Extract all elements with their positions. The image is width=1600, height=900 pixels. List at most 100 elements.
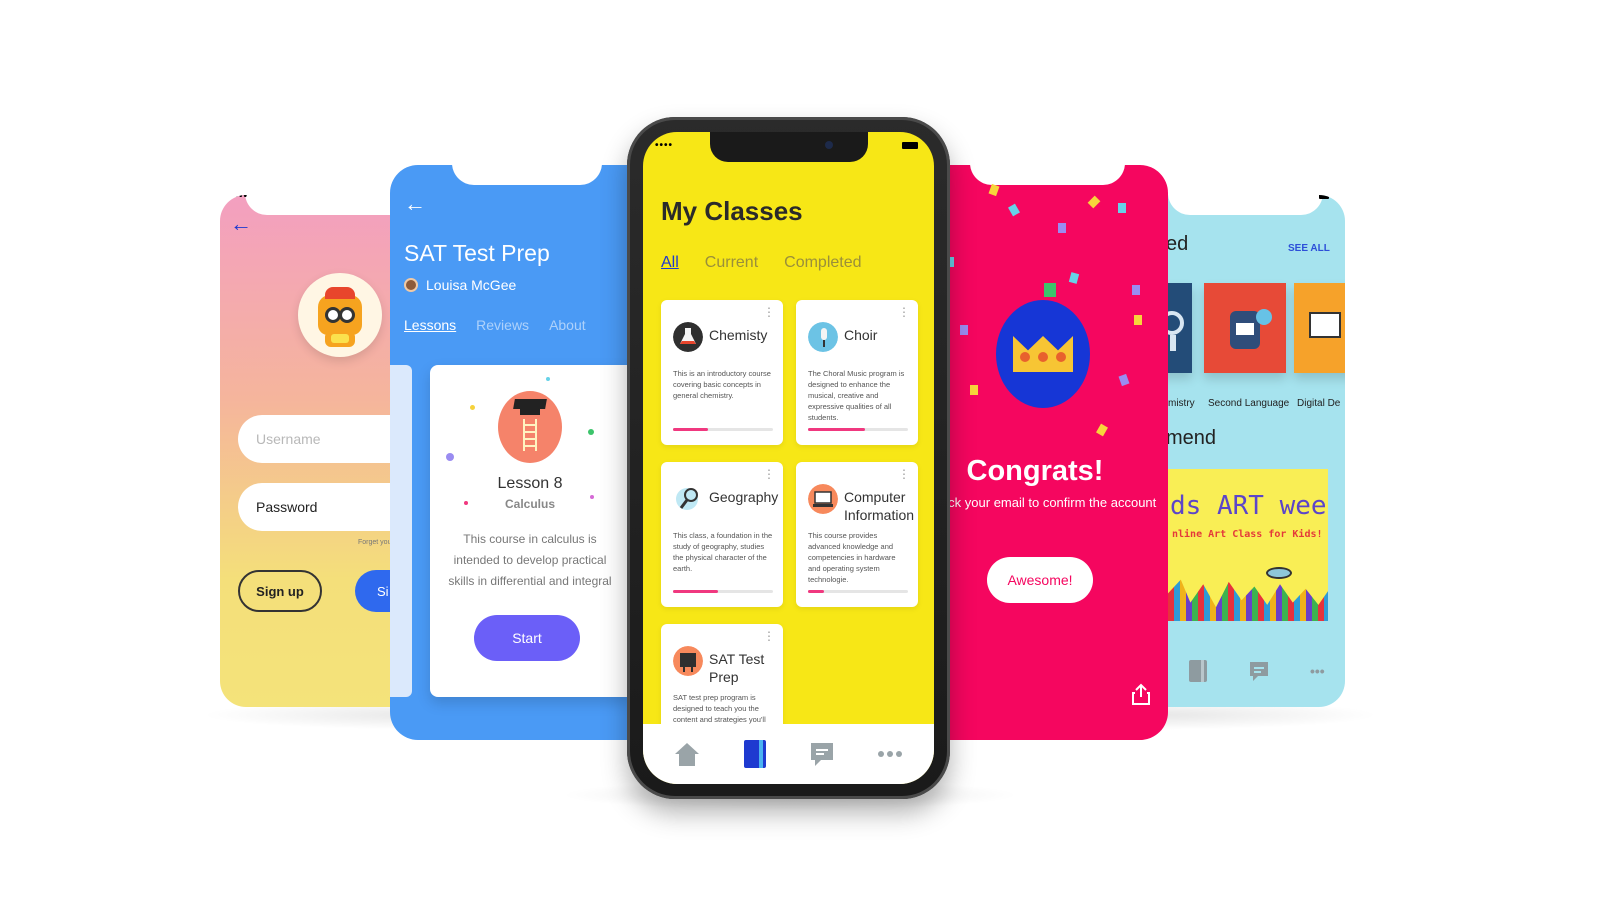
computer-icon bbox=[808, 484, 838, 514]
center-phone: •••• My Classes All Current Completed Ch… bbox=[627, 117, 950, 799]
confetti-piece bbox=[1118, 373, 1130, 387]
confetti-piece bbox=[1096, 423, 1108, 437]
status-signal: •••• bbox=[230, 195, 249, 202]
course-thumb-chemistry[interactable] bbox=[1168, 283, 1192, 373]
avatar bbox=[298, 273, 382, 357]
home-icon[interactable] bbox=[670, 737, 704, 771]
screen-notch bbox=[970, 165, 1125, 185]
class-name: Geography bbox=[709, 489, 779, 505]
bottom-nav: ••• bbox=[1188, 659, 1325, 683]
book-icon[interactable] bbox=[1188, 659, 1208, 683]
class-card-chemistry[interactable]: Chemisty ⋮ This is an introductory cours… bbox=[661, 300, 783, 445]
status-signal: •••• bbox=[655, 140, 674, 151]
robot-mascot-icon bbox=[318, 295, 362, 335]
progress-fill bbox=[808, 428, 865, 431]
sat-icon bbox=[673, 646, 703, 676]
progress-fill bbox=[673, 590, 718, 593]
class-description: This course provides advanced knowledge … bbox=[808, 531, 896, 584]
more-options-icon[interactable]: ⋮ bbox=[898, 468, 910, 480]
progress-bar bbox=[673, 428, 773, 431]
phone-notch bbox=[710, 132, 868, 162]
explore-screen: ed SEE ALL mistry Second Language Digita… bbox=[1168, 195, 1345, 707]
battery-icon bbox=[1319, 195, 1329, 199]
computer-icon bbox=[1309, 312, 1341, 338]
more-options-icon[interactable]: ⋮ bbox=[763, 468, 775, 480]
class-description: This class, a foundation in the study of… bbox=[673, 531, 773, 573]
banner-title: ds ART week bbox=[1170, 491, 1328, 521]
back-arrow-icon[interactable]: ← bbox=[230, 213, 252, 235]
screen-notch bbox=[452, 165, 602, 185]
tab-about[interactable]: About bbox=[549, 317, 586, 333]
confetti-dot bbox=[446, 453, 454, 461]
confetti-piece bbox=[1132, 285, 1140, 295]
author-avatar bbox=[404, 278, 418, 292]
more-icon[interactable] bbox=[873, 737, 907, 771]
confetti-piece bbox=[1058, 223, 1066, 233]
confirm-email-message: heck your email to confirm the account bbox=[940, 495, 1157, 510]
confetti-piece bbox=[1044, 283, 1056, 297]
progress-bar bbox=[808, 428, 908, 431]
course-thumb-second-language[interactable] bbox=[1204, 283, 1286, 373]
screen-notch bbox=[1168, 195, 1323, 215]
section-heading-featured: ed bbox=[1168, 233, 1189, 255]
class-card-choir[interactable]: Choir ⋮ The Choral Music program is desi… bbox=[796, 300, 918, 445]
signup-button[interactable]: Sign up bbox=[238, 570, 322, 612]
back-arrow-icon[interactable]: ← bbox=[404, 193, 426, 215]
section-heading-recommend: mend bbox=[1168, 427, 1217, 449]
confetti-piece bbox=[1134, 315, 1142, 325]
tab-current[interactable]: Current bbox=[705, 254, 758, 272]
course-title: SAT Test Prep bbox=[404, 240, 550, 266]
lesson-description: This course in calculus is intended to d… bbox=[448, 532, 612, 588]
class-description: The Choral Music program is designed to … bbox=[808, 369, 905, 422]
class-description: This is an introductory course covering … bbox=[673, 369, 771, 400]
chat-icon[interactable] bbox=[805, 737, 839, 771]
lesson-card[interactable]: Lesson 8 Calculus This course in calculu… bbox=[430, 365, 630, 697]
more-options-icon[interactable]: ⋮ bbox=[763, 630, 775, 642]
start-button[interactable]: Start bbox=[474, 615, 580, 661]
cap-base bbox=[520, 407, 540, 415]
class-card-geography[interactable]: Geography ⋮ This class, a foundation in … bbox=[661, 462, 783, 607]
robot-hat bbox=[325, 287, 355, 299]
tab-all[interactable]: All bbox=[661, 254, 679, 272]
battery-icon bbox=[902, 142, 918, 149]
crown-badge bbox=[996, 300, 1090, 408]
chemistry-icon bbox=[673, 322, 703, 352]
backpack-icon bbox=[1230, 309, 1272, 349]
progress-bar bbox=[808, 590, 908, 593]
previous-lesson-card[interactable] bbox=[390, 365, 412, 697]
art-week-banner[interactable]: ds ART week nline Art Class for Kids! bbox=[1168, 469, 1328, 621]
banner-subtitle: nline Art Class for Kids! bbox=[1172, 529, 1323, 540]
lesson-subject: Calculus bbox=[504, 497, 555, 511]
crown-jewel bbox=[1038, 352, 1048, 362]
progress-fill bbox=[808, 590, 824, 593]
share-icon[interactable] bbox=[1132, 683, 1150, 705]
graduation-illustration-icon bbox=[498, 391, 562, 463]
course-label: Digital De bbox=[1297, 398, 1341, 409]
class-card-computer-information[interactable]: Computer Information ⋮ This course provi… bbox=[796, 462, 918, 607]
class-name: Choir bbox=[844, 327, 878, 343]
more-icon[interactable]: ••• bbox=[1310, 663, 1325, 679]
see-all-link[interactable]: SEE ALL bbox=[1288, 243, 1330, 254]
chat-icon[interactable] bbox=[1248, 660, 1270, 682]
confetti-dot bbox=[546, 377, 550, 381]
congrats-title: Congrats! bbox=[966, 455, 1104, 487]
crown-jewel bbox=[1056, 352, 1066, 362]
tab-completed[interactable]: Completed bbox=[784, 254, 861, 272]
book-icon[interactable] bbox=[738, 737, 772, 771]
awesome-button[interactable]: Awesome! bbox=[987, 557, 1093, 603]
crown-jewel bbox=[1020, 352, 1030, 362]
confetti-piece bbox=[988, 183, 1000, 197]
page-title: My Classes bbox=[661, 196, 803, 226]
tab-reviews[interactable]: Reviews bbox=[476, 317, 529, 333]
microscope-icon bbox=[1168, 311, 1184, 351]
forgot-password-link[interactable]: Forget you bbox=[358, 539, 391, 546]
lesson-tabs: Lessons Reviews About bbox=[404, 317, 586, 333]
course-author: Louisa McGee bbox=[404, 277, 516, 293]
course-label: mistry bbox=[1168, 398, 1195, 409]
more-options-icon[interactable]: ⋮ bbox=[763, 306, 775, 318]
bottom-nav bbox=[643, 724, 934, 784]
confetti-dot bbox=[588, 429, 594, 435]
course-thumb-digital-design[interactable] bbox=[1294, 283, 1345, 373]
tab-lessons[interactable]: Lessons bbox=[404, 317, 456, 333]
more-options-icon[interactable]: ⋮ bbox=[898, 306, 910, 318]
